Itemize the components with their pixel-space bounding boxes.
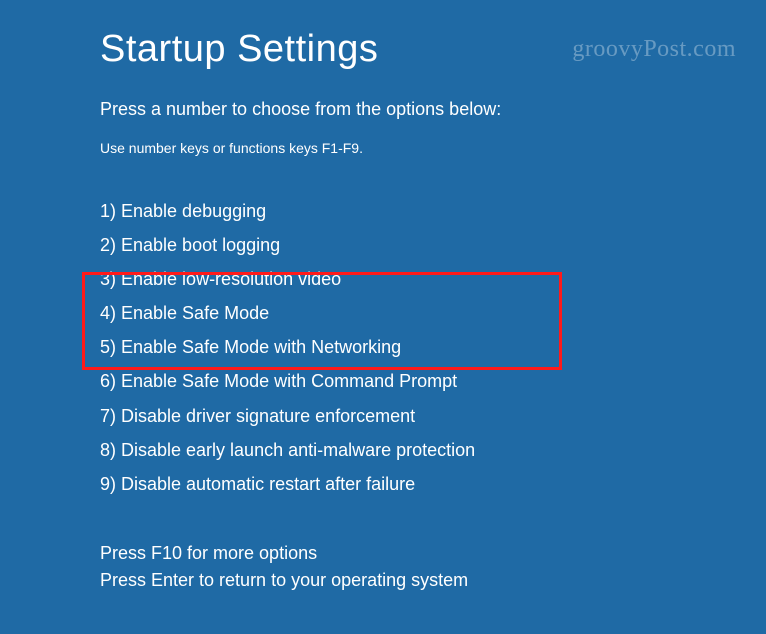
option-enable-safe-mode[interactable]: 4) Enable Safe Mode	[100, 300, 766, 326]
startup-settings-screen: Startup Settings Press a number to choos…	[0, 0, 766, 497]
option-enable-safe-mode-networking[interactable]: 5) Enable Safe Mode with Networking	[100, 334, 766, 360]
hint-text: Use number keys or functions keys F1-F9.	[100, 140, 766, 156]
option-enable-safe-mode-command-prompt[interactable]: 6) Enable Safe Mode with Command Prompt	[100, 368, 766, 394]
option-disable-automatic-restart[interactable]: 9) Disable automatic restart after failu…	[100, 471, 766, 497]
instruction-text: Press a number to choose from the option…	[100, 99, 766, 120]
option-enable-boot-logging[interactable]: 2) Enable boot logging	[100, 232, 766, 258]
watermark-text: groovyPost.com	[572, 36, 736, 63]
option-disable-early-launch-antimalware[interactable]: 8) Disable early launch anti-malware pro…	[100, 437, 766, 463]
footer-more-options: Press F10 for more options	[100, 540, 468, 567]
option-enable-low-resolution-video[interactable]: 3) Enable low-resolution video	[100, 266, 766, 292]
options-list: 1) Enable debugging 2) Enable boot loggi…	[100, 198, 766, 497]
footer-return: Press Enter to return to your operating …	[100, 567, 468, 594]
option-enable-debugging[interactable]: 1) Enable debugging	[100, 198, 766, 224]
footer-instructions: Press F10 for more options Press Enter t…	[100, 540, 468, 594]
option-disable-driver-signature[interactable]: 7) Disable driver signature enforcement	[100, 403, 766, 429]
